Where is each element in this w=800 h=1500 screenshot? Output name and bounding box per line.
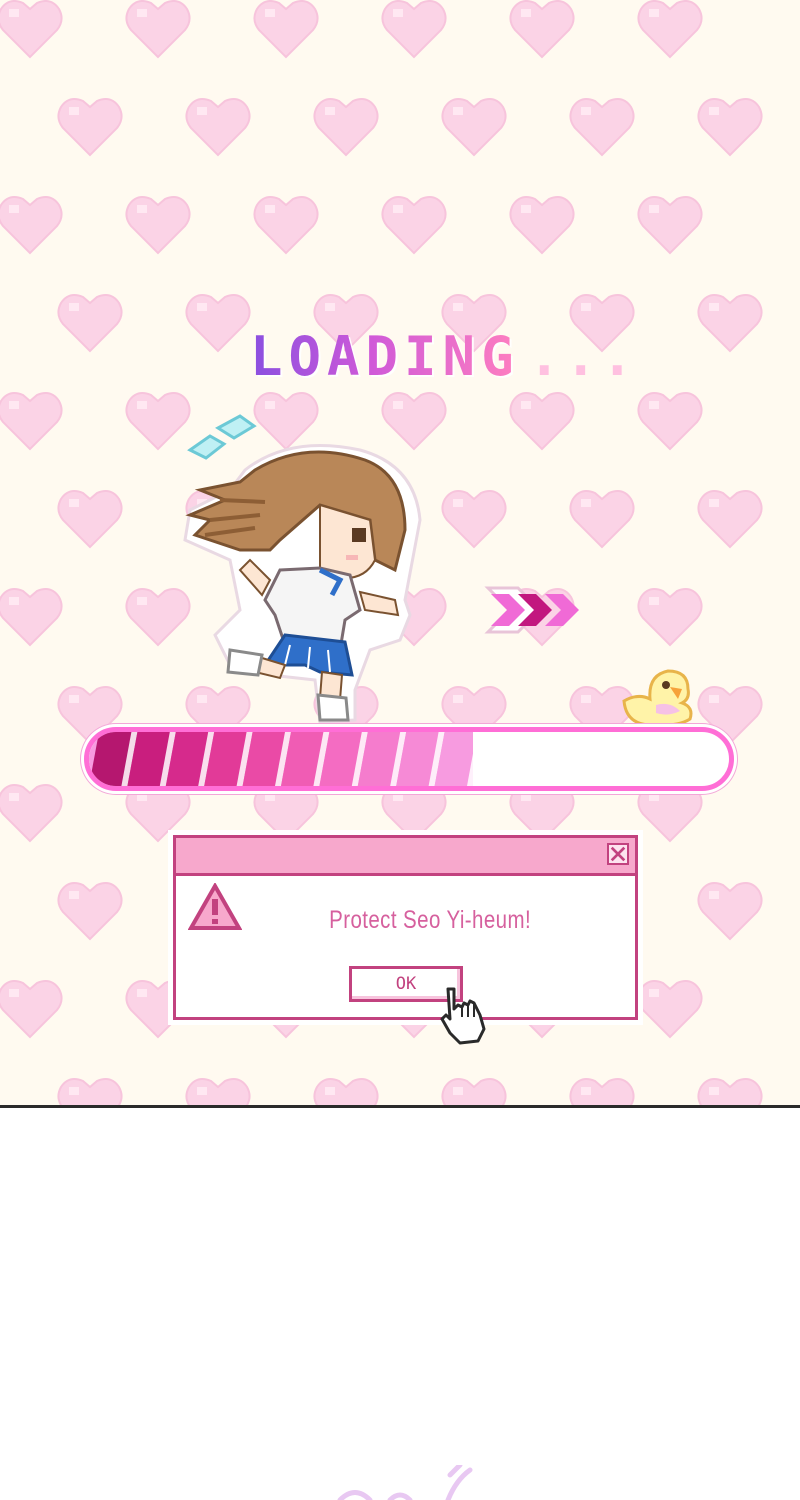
heart-pattern-icon <box>695 93 765 163</box>
heart-pattern-icon <box>311 1073 381 1105</box>
alert-dialog: Protect Seo Yi-heum! OK <box>173 835 638 1020</box>
panel-divider <box>0 1105 800 1108</box>
heart-pattern-icon <box>311 93 381 163</box>
heart-pattern-icon <box>695 485 765 555</box>
heart-pattern-icon <box>507 191 577 261</box>
heart-pattern-icon <box>695 289 765 359</box>
heart-pattern-icon <box>439 1073 509 1105</box>
triple-chevron-right-icon <box>484 586 579 634</box>
close-icon[interactable] <box>607 843 629 865</box>
heart-pattern-icon <box>567 485 637 555</box>
heart-pattern-icon <box>635 191 705 261</box>
heart-pattern-icon <box>507 0 577 65</box>
dialog-message: Protect Seo Yi-heum! <box>329 906 532 934</box>
heart-pattern-icon <box>635 583 705 653</box>
heart-pattern-icon <box>507 387 577 457</box>
heart-pattern-icon <box>695 877 765 947</box>
heart-pattern-icon <box>379 0 449 65</box>
heart-pattern-icon <box>635 975 705 1045</box>
heart-pattern-icon <box>55 877 125 947</box>
heart-pattern-icon <box>567 93 637 163</box>
rubber-duck-icon <box>622 669 693 727</box>
heart-pattern-icon <box>123 191 193 261</box>
loading-scene: LOADING ... Protect Seo Yi-heum! OK <box>0 0 800 1105</box>
loading-dots: ... <box>528 325 638 388</box>
pointing-hand-cursor-icon <box>440 987 486 1045</box>
dialog-titlebar <box>176 838 635 876</box>
progress-bar-fill <box>89 732 473 786</box>
heart-pattern-icon <box>55 289 125 359</box>
partial-lettering-fragment <box>337 1465 473 1500</box>
heart-pattern-icon <box>0 583 65 653</box>
heart-pattern-icon <box>251 191 321 261</box>
heart-pattern-icon <box>183 289 253 359</box>
heart-pattern-icon <box>567 1073 637 1105</box>
heart-pattern-icon <box>0 191 65 261</box>
heart-pattern-icon <box>55 485 125 555</box>
heart-pattern-icon <box>439 93 509 163</box>
heart-pattern-icon <box>0 779 65 849</box>
heart-pattern-icon <box>183 93 253 163</box>
heart-pattern-icon <box>183 1073 253 1105</box>
heart-pattern-icon <box>635 387 705 457</box>
heart-pattern-icon <box>123 0 193 65</box>
running-girl-sprite <box>183 414 422 724</box>
heart-pattern-icon <box>0 975 65 1045</box>
heart-pattern-icon <box>695 1073 765 1105</box>
heart-pattern-icon <box>0 387 65 457</box>
sweat-drops-icon <box>187 414 257 460</box>
heart-pattern-icon <box>635 0 705 65</box>
heart-pattern-icon <box>379 191 449 261</box>
heart-pattern-icon <box>55 1073 125 1105</box>
loading-progress-bar <box>84 727 734 791</box>
loading-title: LOADING <box>250 325 520 388</box>
heart-pattern-icon <box>0 0 65 65</box>
heart-pattern-icon <box>439 485 509 555</box>
heart-pattern-icon <box>251 0 321 65</box>
heart-pattern-icon <box>55 93 125 163</box>
